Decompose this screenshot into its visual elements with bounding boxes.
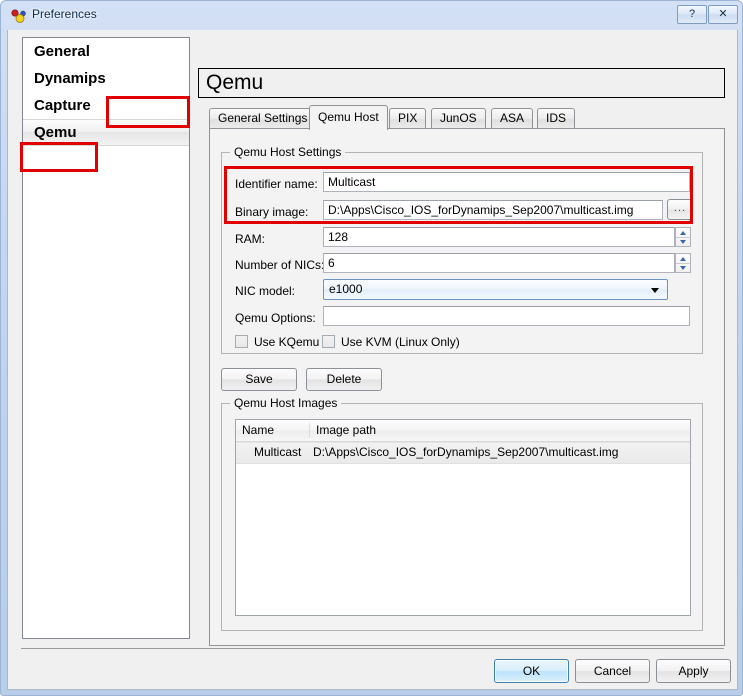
number-of-nics-stepper[interactable] — [675, 253, 691, 273]
sidebar-item-capture[interactable]: Capture — [23, 92, 189, 119]
apply-button[interactable]: Apply — [656, 659, 731, 683]
ram-input[interactable]: 128 — [323, 227, 675, 247]
tab-bar: General Settings Qemu Host PIX JunOS ASA… — [209, 105, 725, 130]
preferences-window: Preferences ? ✕ General Dynamips Capture… — [0, 0, 743, 696]
sidebar-item-general[interactable]: General — [23, 38, 189, 65]
qemu-options-input[interactable] — [323, 306, 690, 326]
dialog-client-area: General Dynamips Capture Qemu Qemu Gener… — [7, 30, 738, 690]
close-button[interactable]: ✕ — [708, 5, 738, 24]
tab-qemu-host[interactable]: Qemu Host — [309, 105, 388, 130]
number-of-nics-input[interactable]: 6 — [323, 253, 675, 273]
ram-stepper-down-icon[interactable] — [676, 237, 690, 246]
column-header-image-path[interactable]: Image path — [310, 420, 690, 441]
dialog-button-bar: OK Cancel Apply — [8, 649, 739, 689]
qemu-options-label: Qemu Options: — [235, 311, 316, 325]
title-bar: Preferences ? ✕ — [1, 1, 743, 30]
browse-button[interactable]: ... — [667, 199, 693, 220]
tab-asa[interactable]: ASA — [491, 108, 534, 129]
use-kvm-label: Use KVM (Linux Only) — [341, 335, 460, 349]
content-panel: Qemu General Settings Qemu Host PIX JunO… — [198, 37, 725, 646]
gns3-dots-icon — [11, 9, 26, 23]
group-title-settings: Qemu Host Settings — [230, 145, 346, 159]
cell-image-path: D:\Apps\Cisco_IOS_forDynamips_Sep2007\mu… — [313, 445, 619, 459]
table-header-row: Name Image path — [236, 420, 690, 442]
tab-pix[interactable]: PIX — [389, 108, 427, 129]
identifier-name-label: Identifier name: — [235, 177, 318, 191]
identifier-name-input[interactable]: Multicast — [323, 172, 690, 192]
nic-model-value: e1000 — [329, 282, 363, 296]
save-button[interactable]: Save — [221, 368, 297, 391]
images-table[interactable]: Name Image path Multicast D:\Apps\Cisco_… — [235, 419, 691, 616]
chevron-down-icon[interactable] — [651, 288, 659, 293]
tab-junos[interactable]: JunOS — [431, 108, 486, 129]
use-kqemu-checkbox[interactable] — [235, 335, 248, 348]
table-row[interactable]: Multicast D:\Apps\Cisco_IOS_forDynamips_… — [236, 442, 690, 464]
category-list[interactable]: General Dynamips Capture Qemu — [22, 37, 190, 639]
sidebar-item-qemu[interactable]: Qemu — [23, 119, 189, 146]
nics-stepper-down-icon[interactable] — [676, 263, 690, 272]
binary-image-label: Binary image: — [235, 205, 309, 219]
page-title: Qemu — [198, 68, 725, 98]
ram-label: RAM: — [235, 232, 265, 246]
use-kvm-checkbox[interactable] — [322, 335, 335, 348]
nic-model-select[interactable]: e1000 — [323, 279, 668, 300]
number-of-nics-label: Number of NICs: — [235, 258, 325, 272]
column-header-name[interactable]: Name — [236, 420, 309, 441]
ram-stepper[interactable] — [675, 227, 691, 247]
nic-model-label: NIC model: — [235, 284, 296, 298]
tab-ids[interactable]: IDS — [537, 108, 576, 129]
delete-button[interactable]: Delete — [306, 368, 382, 391]
cell-name: Multicast — [254, 445, 302, 459]
cancel-button[interactable]: Cancel — [575, 659, 650, 683]
use-kqemu-label: Use KQemu — [254, 335, 320, 349]
sidebar-item-dynamips[interactable]: Dynamips — [23, 65, 189, 92]
qemu-host-settings-group: Qemu Host Settings Identifier name: Mult… — [221, 145, 703, 354]
ok-button[interactable]: OK — [494, 659, 569, 683]
binary-image-input[interactable]: D:\Apps\Cisco_IOS_forDynamips_Sep2007\mu… — [323, 200, 663, 220]
qemu-host-images-group: Qemu Host Images Name Image path Multica… — [221, 396, 703, 631]
tab-page-qemu-host: Qemu Host Settings Identifier name: Mult… — [209, 128, 725, 646]
group-title-images: Qemu Host Images — [230, 396, 342, 410]
tab-general-settings[interactable]: General Settings — [209, 108, 317, 129]
help-button[interactable]: ? — [677, 5, 707, 24]
window-title: Preferences — [32, 7, 97, 21]
